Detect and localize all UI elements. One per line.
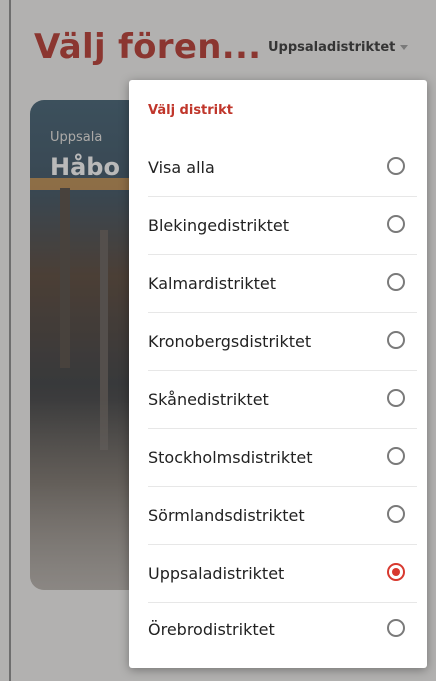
district-option-sormland[interactable]: Sörmlandsdistriktet	[129, 487, 427, 545]
option-label: Skånedistriktet	[148, 390, 269, 409]
radio-unchecked-icon[interactable]	[387, 331, 405, 349]
district-dropdown-menu: Välj distrikt Visa alla Blekingedistrikt…	[129, 80, 427, 668]
radio-unchecked-icon[interactable]	[387, 215, 405, 233]
option-label: Uppsaladistriktet	[148, 564, 285, 583]
district-option-uppsala[interactable]: Uppsaladistriktet	[129, 545, 427, 603]
radio-unchecked-icon[interactable]	[387, 447, 405, 465]
app-screen: Välj fören... Uppsaladistriktet Uppsala …	[0, 0, 436, 681]
district-option-skane[interactable]: Skånedistriktet	[129, 371, 427, 429]
menu-heading: Välj distrikt	[148, 103, 234, 118]
radio-unchecked-icon[interactable]	[387, 273, 405, 291]
option-label: Visa alla	[148, 158, 215, 177]
option-label: Kalmardistriktet	[148, 274, 277, 293]
district-option-orebro[interactable]: Örebrodistriktet	[129, 601, 427, 659]
district-option-blekinge[interactable]: Blekingedistriktet	[129, 197, 427, 255]
option-label: Sörmlandsdistriktet	[148, 506, 305, 525]
option-label: Örebrodistriktet	[148, 620, 275, 639]
option-label: Stockholmsdistriktet	[148, 448, 313, 467]
left-edge-divider	[9, 0, 11, 681]
radio-unchecked-icon[interactable]	[387, 389, 405, 407]
radio-unchecked-icon[interactable]	[387, 619, 405, 637]
option-label: Blekingedistriktet	[148, 216, 290, 235]
district-option-visa-alla[interactable]: Visa alla	[129, 139, 427, 197]
radio-unchecked-icon[interactable]	[387, 505, 405, 523]
radio-checked-icon[interactable]	[387, 563, 405, 581]
radio-unchecked-icon[interactable]	[387, 157, 405, 175]
district-option-stockholm[interactable]: Stockholmsdistriktet	[129, 429, 427, 487]
district-option-kalmar[interactable]: Kalmardistriktet	[129, 255, 427, 313]
district-option-kronoberg[interactable]: Kronobergsdistriktet	[129, 313, 427, 371]
option-label: Kronobergsdistriktet	[148, 332, 312, 351]
